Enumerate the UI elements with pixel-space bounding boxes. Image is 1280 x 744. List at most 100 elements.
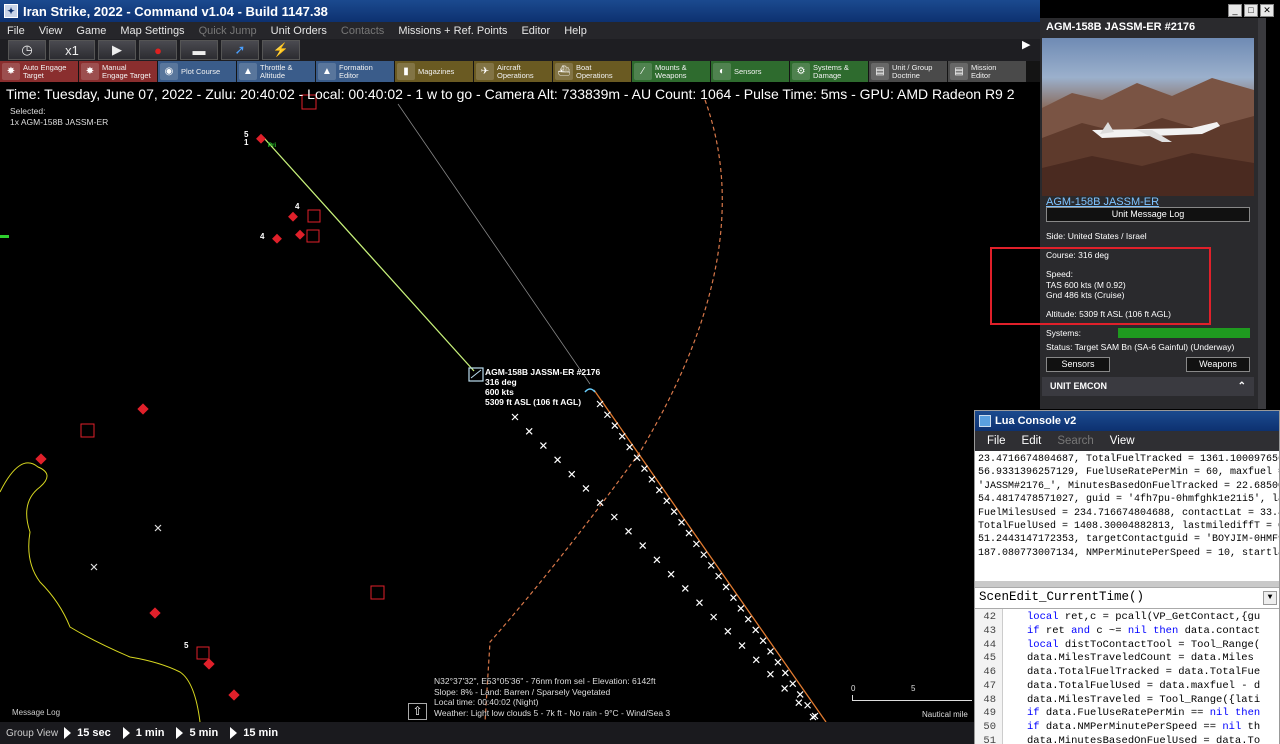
cursor-weather: Weather: Light low clouds 5 - 7k ft - No… (434, 707, 671, 718)
unit-label[interactable]: AGM-158B JASSM-ER #2176 316 deg 600 kts … (485, 367, 600, 407)
command-button[interactable]: ◐ Sensors (711, 61, 789, 82)
course-button[interactable]: ➚ (221, 40, 259, 60)
lua-menu-edit[interactable]: Edit (1014, 435, 1050, 447)
command-icon: ⚙ (792, 63, 810, 80)
track-point-marker (767, 670, 774, 678)
unit-panel-scrollbar[interactable] (1258, 18, 1266, 409)
command-icon: ▲ (318, 63, 336, 80)
command-label-line1: Plot Course (181, 66, 221, 76)
menu-quick-jump[interactable]: Quick Jump (192, 25, 264, 37)
step-1-min[interactable]: 1 min (122, 727, 164, 739)
lightning-button[interactable]: ⚡ (262, 40, 300, 60)
map-number-4a: 4 (295, 202, 300, 211)
track-point-marker (809, 713, 817, 721)
maximize-button[interactable]: □ (1244, 4, 1258, 17)
weapons-button[interactable]: Weapons (1186, 357, 1250, 372)
code-line: local ret,c = pcall(VP_GetContact,{gu (1027, 611, 1261, 623)
unit-label-name: AGM-158B JASSM-ER #2176 (485, 367, 601, 377)
minimize-button[interactable]: _ (1228, 4, 1242, 17)
track-point-marker (653, 556, 661, 564)
unit-message-log-button[interactable]: Unit Message Log (1046, 207, 1250, 222)
clock-button[interactable]: ◷ (8, 40, 46, 60)
play-step-icon (122, 727, 130, 739)
command-label: Systems & Damage (813, 63, 849, 80)
coastline (0, 462, 201, 722)
command-button[interactable]: ▲ Formation Editor (316, 61, 394, 82)
waypoint-tag: Pri (268, 143, 277, 149)
code-line: data.MinutesBasedOnFuelUsed = data.To (1027, 734, 1261, 744)
command-button[interactable]: ✸ Manual Engage Target (79, 61, 157, 82)
lua-output-line: 51.2443147172353, targetContactguid = 'B… (978, 534, 1279, 546)
unit-emcon-header[interactable]: UNIT EMCON ⌃ (1042, 377, 1254, 396)
lua-output-line: FuelMilesUsed = 234.716674804688, contac… (978, 507, 1279, 519)
menu-game[interactable]: Game (69, 25, 113, 37)
command-button[interactable]: ▤ Unit / Group Doctrine (869, 61, 947, 82)
lua-command-input[interactable]: ScenEdit_CurrentTime() ▼ (975, 587, 1279, 609)
line-number: 42 (983, 611, 996, 623)
command-button[interactable]: ✈ Aircraft Operations (474, 61, 552, 82)
message-log-tab[interactable]: Message Log (12, 708, 60, 717)
command-button[interactable]: ✸ Auto Engage Target (0, 61, 78, 82)
lua-menu-file[interactable]: File (979, 435, 1014, 447)
record-button[interactable]: ● (139, 40, 177, 60)
chevron-up-icon: ⌃ (1237, 381, 1246, 392)
menu-file[interactable]: File (0, 25, 32, 37)
lua-menu-search[interactable]: Search (1049, 435, 1101, 447)
time-compression-button[interactable]: x1 (49, 40, 95, 60)
code-area[interactable]: local ret,c = pcall(VP_GetContact,{gu if … (1003, 609, 1279, 744)
code-line: data.MilesTraveledCount = data.Miles (1027, 652, 1254, 665)
step-15-sec-label: 15 sec (77, 727, 111, 739)
command-button[interactable]: ⚙ Systems & Damage (790, 61, 868, 82)
command-button[interactable]: ◉ Plot Course (158, 61, 236, 82)
step-15-min[interactable]: 15 min (230, 727, 278, 739)
highlight-box (990, 247, 1211, 325)
track-point-marker (663, 497, 671, 505)
command-label-line2: Editor (971, 70, 991, 80)
step-5-min[interactable]: 5 min (176, 727, 218, 739)
menu-bar: File View Game Map Settings Quick Jump U… (0, 22, 1040, 39)
chevron-down-icon[interactable]: ▼ (1263, 591, 1277, 605)
command-button[interactable]: ▮ Magazines (395, 61, 473, 82)
command-label-line1: Magazines (418, 66, 455, 76)
command-label: Formation Editor (339, 63, 373, 80)
track-point-marker (678, 518, 685, 526)
course-icon: ➚ (234, 42, 246, 57)
lua-output-pane[interactable]: 23.4716674804687, TotalFuelTracked = 136… (975, 451, 1279, 581)
menu-editor[interactable]: Editor (514, 25, 557, 37)
sensors-button[interactable]: Sensors (1046, 357, 1110, 372)
lua-menu-view[interactable]: View (1102, 435, 1143, 447)
unit-status: Status: Target SAM Bn (SA-6 Gainful) (Un… (1046, 342, 1235, 352)
command-button[interactable]: ⛴ Boat Operations (553, 61, 631, 82)
command-button[interactable]: ▲ Throttle & Altitude (237, 61, 315, 82)
menu-map-settings[interactable]: Map Settings (113, 25, 191, 37)
map-number-1: 1 (244, 138, 249, 147)
menu-contacts[interactable]: Contacts (334, 25, 391, 37)
cursor-local-time: Local time: 00:40:02 (Night) (434, 697, 539, 707)
command-button[interactable]: ▤ Mission Editor (948, 61, 1026, 82)
command-label: Mission Editor (971, 63, 996, 80)
expand-log-button[interactable]: ⇧ (408, 703, 427, 720)
formation-button[interactable]: ▬ (180, 40, 218, 60)
track-point-marker (811, 712, 819, 720)
play-step-icon (64, 727, 72, 739)
lua-script-editor[interactable]: 42 43 44 45 46 47 48 49 50 51 local ret,c = pcall… (975, 609, 1279, 744)
lua-output-line: 54.4817478571027, guid = '4fh7pu-0hmfghk… (978, 494, 1279, 506)
unit-systems-label: Systems: (1046, 328, 1081, 338)
menu-help[interactable]: Help (557, 25, 594, 37)
line-number: 46 (983, 666, 996, 678)
expand-panel-icon[interactable]: ▶ (1022, 38, 1034, 54)
step-15-sec[interactable]: 15 sec (64, 727, 111, 739)
menu-unit-orders[interactable]: Unit Orders (264, 25, 334, 37)
command-icon: ▤ (871, 63, 889, 80)
command-button[interactable]: ⁄ Mounts & Weapons (632, 61, 710, 82)
command-label-line2: Operations (576, 70, 613, 80)
command-label-line2: Engage Target (102, 70, 151, 80)
track-point-marker (696, 599, 703, 607)
play-icon: ▶ (112, 42, 122, 57)
close-button[interactable]: ✕ (1260, 4, 1274, 17)
unit-side: Side: United States / Israel (1046, 231, 1147, 241)
menu-view[interactable]: View (32, 25, 70, 37)
track-point-marker (670, 508, 678, 516)
menu-missions[interactable]: Missions + Ref. Points (391, 25, 514, 37)
play-button[interactable]: ▶ (98, 40, 136, 60)
